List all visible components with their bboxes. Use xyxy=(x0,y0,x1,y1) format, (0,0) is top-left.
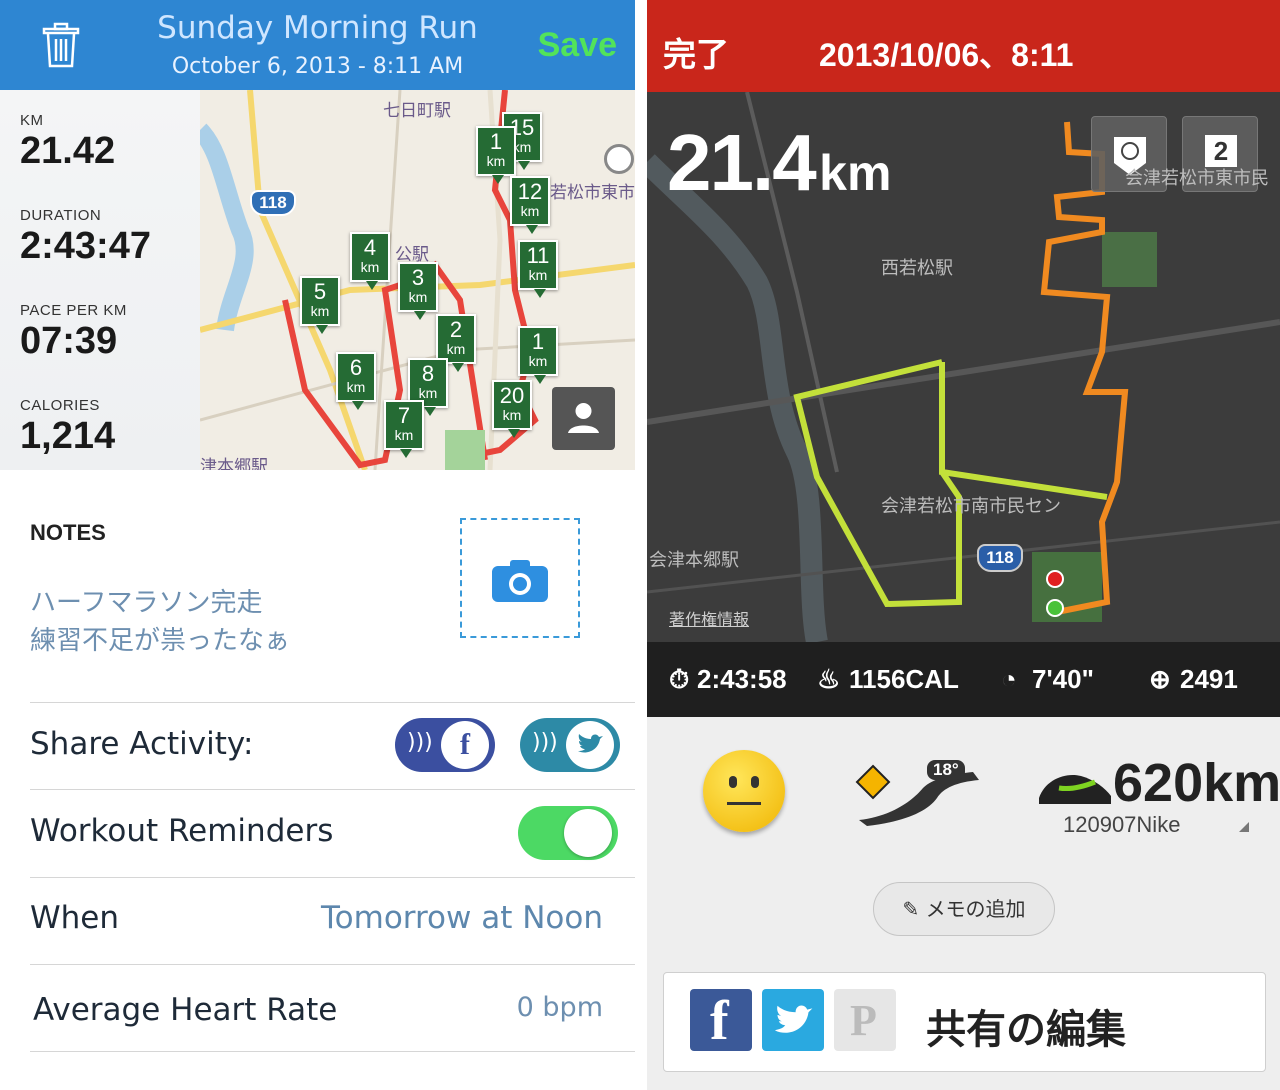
run-header: 完了 2013/10/06、8:11 xyxy=(647,0,1280,92)
facebook-icon: f xyxy=(441,721,489,769)
map-label: 会津若松市東市民 xyxy=(1125,168,1269,189)
nike-fuel: 2491 xyxy=(1180,664,1238,694)
stats-column: KM 21.42 DURATION 2:43:47 PACE PER KM 07… xyxy=(0,90,200,470)
stat-value-calories: 1,214 xyxy=(20,415,116,457)
toggle-knob xyxy=(564,809,612,857)
stat-label-pace: PACE PER KM xyxy=(20,302,127,319)
row-divider xyxy=(30,789,635,790)
stat-label-calories: CALORIES xyxy=(20,397,100,414)
broadcast-icon: ))) xyxy=(532,730,558,755)
distance-unit: km xyxy=(819,145,892,201)
km-marker[interactable]: 4 km xyxy=(350,232,390,290)
when-label: When xyxy=(30,900,120,936)
stat-value-duration: 2:43:47 xyxy=(20,225,151,267)
twitter-icon[interactable] xyxy=(762,989,824,1051)
notes-heading: NOTES xyxy=(30,520,106,545)
route-shield: 118 xyxy=(977,544,1023,572)
map-label: 西若松駅 xyxy=(881,258,953,279)
map-label: 会津本郷駅 xyxy=(649,550,739,571)
row-divider xyxy=(30,1051,635,1052)
camera-icon xyxy=(492,560,548,602)
add-memo-label: メモの追加 xyxy=(925,897,1026,921)
average-heart-rate-value[interactable]: 0 bpm xyxy=(517,992,603,1023)
when-value[interactable]: Tomorrow at Noon xyxy=(321,900,603,936)
pinterest-icon[interactable]: P xyxy=(834,989,896,1051)
twitter-bird-icon xyxy=(566,721,614,769)
note-line[interactable]: 練習不足が祟ったなぁ xyxy=(30,620,290,657)
shoe-icon xyxy=(1035,768,1115,808)
km-marker[interactable]: 7 km xyxy=(384,400,424,458)
add-memo-button[interactable]: ✎ メモの追加 xyxy=(873,882,1055,936)
share-activity-label: Share Activity: xyxy=(30,726,254,762)
stat-label-km: KM xyxy=(20,112,44,129)
run-stats-bar: ⏱ 2:43:58 ♨ 1156CAL ◔ 7'40" ⊕ 2491 xyxy=(647,642,1280,717)
km-marker[interactable]: 2 km xyxy=(436,314,476,372)
map-mode-label: 2 xyxy=(1205,135,1237,167)
run-date: 2013/10/06、8:11 xyxy=(819,37,1074,73)
map-label: 七日町駅 xyxy=(383,101,451,121)
activity-header: Sunday Morning Run October 6, 2013 - 8:1… xyxy=(0,0,635,90)
stat-label-duration: DURATION xyxy=(20,207,102,224)
shoe-name[interactable]: 120907Nike xyxy=(1063,812,1180,838)
total-distance: 21.4 km xyxy=(667,117,891,209)
stat-value-pace: 07:39 xyxy=(20,320,118,362)
row-divider xyxy=(30,964,635,965)
share-edit-panel[interactable]: f P 共有の編集 xyxy=(663,972,1266,1072)
distance-value: 21.4 xyxy=(667,118,817,207)
run-pace: 7'40" xyxy=(1032,664,1094,694)
weather-temp: 18° xyxy=(927,760,965,780)
twitter-share-toggle[interactable]: ))) xyxy=(520,718,620,772)
save-button[interactable]: Save xyxy=(538,26,617,65)
run-calories: 1156CAL xyxy=(849,664,959,694)
road-sign-icon xyxy=(855,764,979,826)
facebook-share-toggle[interactable]: ))) f xyxy=(395,718,495,772)
done-button[interactable]: 完了 xyxy=(663,28,729,76)
person-icon xyxy=(568,403,599,433)
map-label: 会津若松市南市民セン xyxy=(881,496,1061,517)
shoe-distance: 620km xyxy=(1113,753,1280,813)
km-marker[interactable]: 11 km xyxy=(518,240,558,298)
km-marker[interactable]: 20 km xyxy=(492,380,532,438)
average-heart-rate-label: Average Heart Rate xyxy=(33,992,338,1028)
km-marker[interactable]: 5 km xyxy=(300,276,340,334)
facebook-icon[interactable]: f xyxy=(690,989,752,1051)
flame-icon: ♨ xyxy=(817,664,841,694)
mood-neutral-icon[interactable] xyxy=(703,750,785,832)
stopwatch-icon: ⏱ xyxy=(669,664,690,694)
route-shield: 118 xyxy=(250,190,296,216)
run-duration: 2:43:58 xyxy=(697,664,787,694)
road-terrain-icon[interactable]: 18° xyxy=(853,760,993,826)
add-photo-button[interactable] xyxy=(460,518,580,638)
km-marker[interactable]: 6 km xyxy=(336,352,376,410)
location-target-icon xyxy=(604,144,634,174)
runkeeper-screen: Sunday Morning Run October 6, 2013 - 8:1… xyxy=(0,0,635,1090)
workout-reminders-toggle[interactable] xyxy=(518,806,618,860)
run-route-map[interactable]: 21.4 km 2 西若松駅 会津若松市東市民 会津若松市南市民セン 会津本郷駅… xyxy=(647,92,1280,642)
fuel-icon: ⊕ xyxy=(1149,664,1171,694)
share-edit-label: 共有の編集 xyxy=(926,1007,1126,1053)
workout-reminders-label: Workout Reminders xyxy=(30,813,334,849)
note-line[interactable]: ハーフマラソン完走 xyxy=(30,582,262,619)
nike-run-screen: 完了 2013/10/06、8:11 21.4 km 2 西若松駅 会津若松市東… xyxy=(647,0,1280,1090)
user-location-button[interactable] xyxy=(552,387,615,450)
copyright-link[interactable]: 著作権情報 xyxy=(669,606,749,630)
km-marker[interactable]: 1 km xyxy=(518,326,558,384)
row-divider xyxy=(30,877,635,878)
map-label: 若松市東市 xyxy=(550,183,635,203)
broadcast-icon: ))) xyxy=(407,730,433,755)
km-marker[interactable]: 12 km xyxy=(510,176,550,234)
km-marker[interactable]: 1 km xyxy=(476,126,516,184)
edit-icon: ✎ xyxy=(902,897,920,921)
panel-divider xyxy=(635,0,647,1090)
km-marker[interactable]: 3 km xyxy=(398,262,438,320)
row-divider xyxy=(30,702,635,703)
speedometer-icon: ◔ xyxy=(1001,664,1017,694)
map-label: 津本郷駅 xyxy=(200,457,268,470)
corner-triangle-icon xyxy=(1239,822,1249,832)
stat-value-km: 21.42 xyxy=(20,130,116,172)
